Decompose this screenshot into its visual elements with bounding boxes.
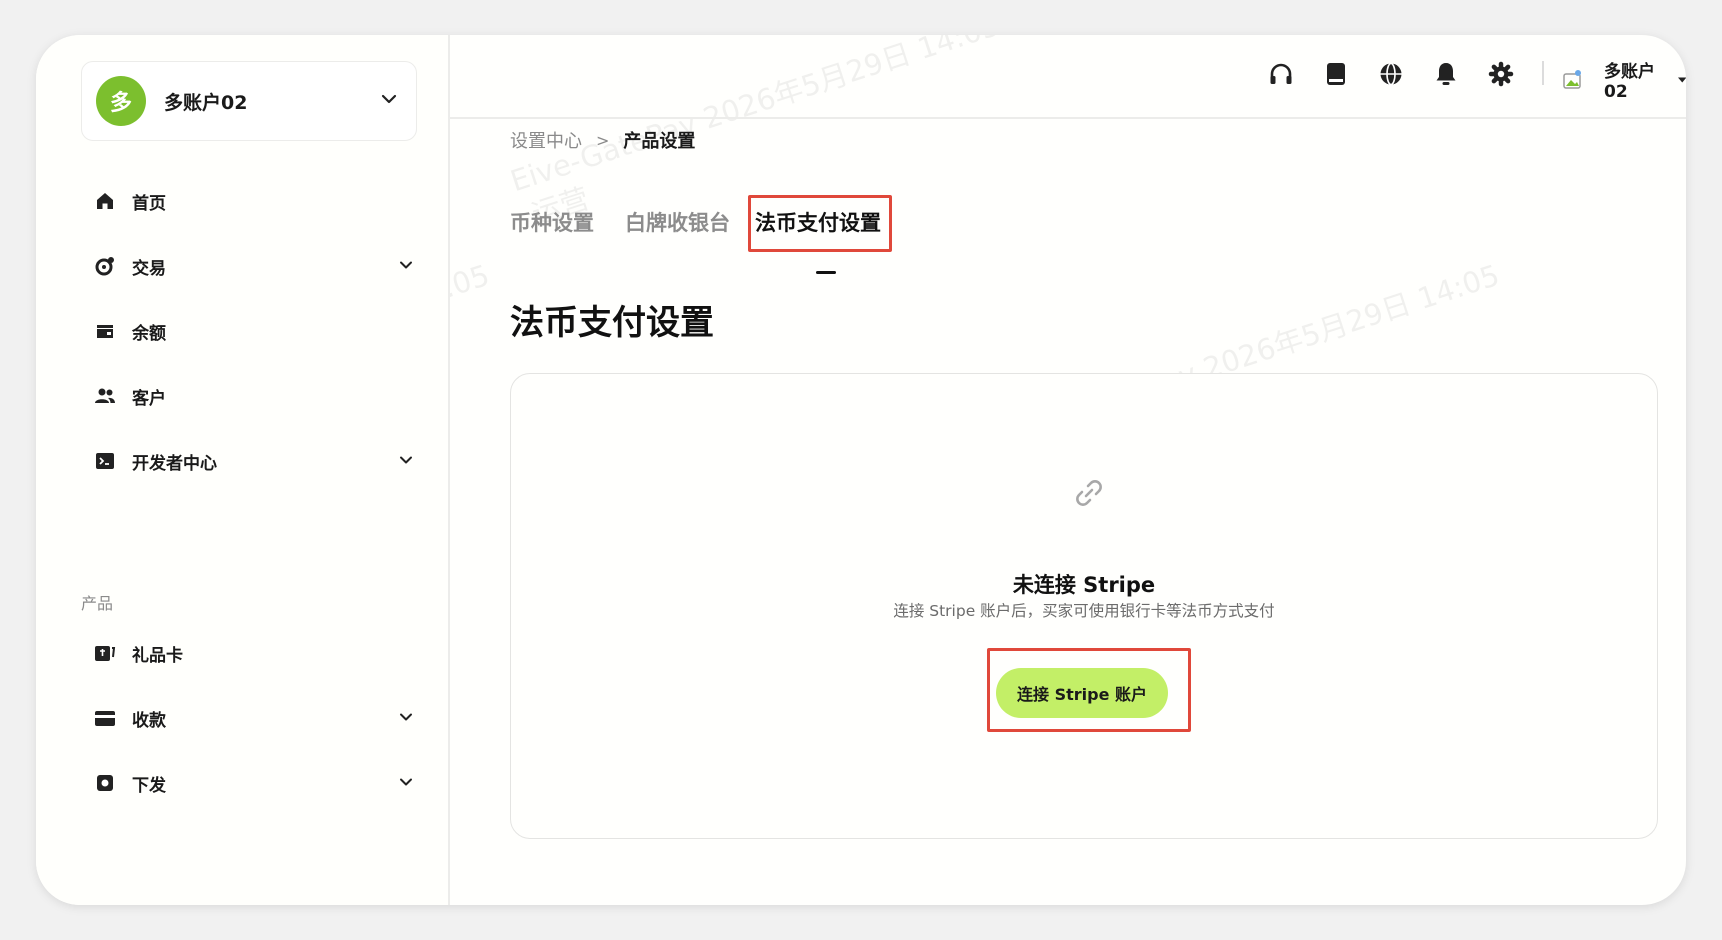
stripe-connect-card: 未连接 Stripe 连接 Stripe 账户后，买家可使用银行卡等法币方式支付… (510, 373, 1658, 839)
terminal-icon (94, 450, 116, 472)
top-bar: 多账户02 (450, 35, 1686, 119)
tab-currency-settings[interactable]: 币种设置 (510, 207, 594, 237)
breadcrumb-separator: > (596, 130, 610, 150)
sidebar-item-label: 余额 (132, 323, 166, 344)
sidebar-item-label: 首页 (132, 193, 166, 214)
sidebar-item-label: 下发 (132, 775, 166, 796)
highlight-box (748, 195, 892, 252)
account-name: 多账户02 (164, 91, 248, 114)
headset-icon[interactable] (1266, 59, 1296, 89)
breadcrumb-parent[interactable]: 设置中心 (510, 127, 582, 153)
sidebar-item-collection[interactable]: 收款 (94, 696, 414, 740)
sidebar-item-gift-card[interactable]: 礼品卡 (94, 631, 414, 675)
sidebar-item-label: 开发者中心 (132, 453, 217, 474)
avatar: 多 (96, 76, 146, 126)
active-tab-indicator (816, 271, 836, 274)
avatar-image-icon (1562, 68, 1586, 92)
sidebar: 多 多账户02 首页 交易 余额 客户 开发者中心 产品 礼品卡 收款 下发 (36, 35, 450, 905)
section-label-products: 产品 (81, 594, 114, 613)
sidebar-item-customers[interactable]: 客户 (94, 374, 414, 418)
empty-state-description: 连接 Stripe 账户后，买家可使用银行卡等法币方式支付 (893, 602, 1275, 620)
chevron-down-icon (400, 713, 412, 721)
chevron-down-icon (400, 261, 412, 269)
tab-white-label-checkout[interactable]: 白牌收银台 (625, 207, 730, 237)
users-icon (94, 385, 116, 407)
book-icon[interactable] (1321, 59, 1351, 89)
breadcrumb: 设置中心 > 产品设置 (510, 127, 695, 153)
transaction-icon (94, 255, 116, 277)
highlight-box (987, 648, 1191, 732)
sidebar-item-label: 礼品卡 (132, 645, 183, 666)
home-icon (94, 190, 116, 212)
payout-icon (94, 772, 116, 794)
app-window: Eive-GatePay 2026年5月29日 14:05 运营 Eive-Gat… (36, 35, 1686, 905)
user-name: 多账户02 (1604, 62, 1655, 102)
sidebar-item-transactions[interactable]: 交易 (94, 244, 414, 288)
wallet-icon (94, 320, 116, 342)
sidebar-item-developer[interactable]: 开发者中心 (94, 439, 414, 483)
gift-card-icon (94, 642, 116, 664)
sidebar-item-label: 收款 (132, 710, 166, 731)
account-switcher[interactable]: 多 多账户02 (81, 61, 417, 141)
gear-icon[interactable] (1486, 59, 1516, 89)
user-menu[interactable]: 多账户02 (1562, 57, 1686, 102)
page-title: 法币支付设置 (510, 303, 714, 343)
chevron-down-icon (381, 94, 397, 104)
link-icon (1076, 480, 1102, 506)
sidebar-item-label: 交易 (132, 258, 166, 279)
empty-state-title: 未连接 Stripe (1012, 573, 1156, 597)
chevron-down-icon (400, 778, 412, 786)
divider (1542, 61, 1544, 85)
bell-icon[interactable] (1431, 59, 1461, 89)
card-icon (94, 707, 116, 729)
breadcrumb-current: 产品设置 (623, 131, 696, 152)
globe-icon[interactable] (1376, 59, 1406, 89)
caret-down-icon (1677, 76, 1686, 83)
chevron-down-icon (400, 456, 412, 464)
sidebar-item-label: 客户 (132, 388, 166, 409)
sidebar-item-payout[interactable]: 下发 (94, 761, 414, 805)
sidebar-item-home[interactable]: 首页 (94, 179, 414, 223)
sidebar-item-balance[interactable]: 余额 (94, 309, 414, 353)
